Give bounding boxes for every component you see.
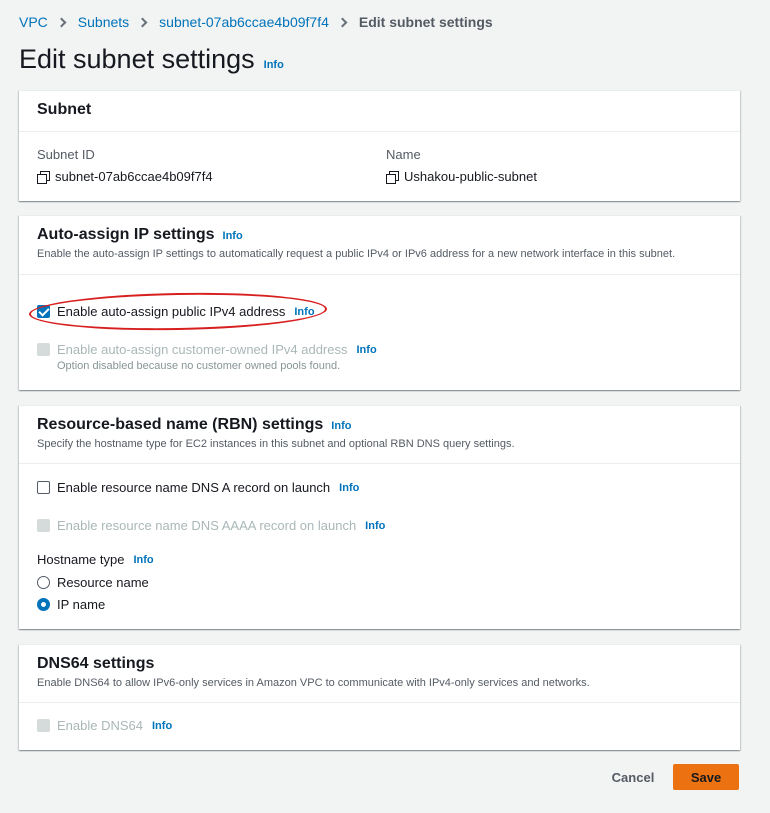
auto-assign-ip-panel: Auto-assign IP settings Info Enable the a…: [19, 215, 740, 390]
hostname-type-label: Hostname type: [37, 552, 125, 567]
dns-aaaa-record-option: Enable resource name DNS AAAA record on …: [37, 518, 385, 533]
auto-assign-ipv4-option[interactable]: Enable auto-assign public IPv4 address I…: [37, 304, 315, 319]
dns64-settings-panel: DNS64 settings Enable DNS64 to allow IPv…: [19, 644, 740, 750]
dns-a-record-option[interactable]: Enable resource name DNS A record on lau…: [37, 480, 359, 495]
dns-a-record-checkbox[interactable]: [37, 481, 50, 494]
dns-aaaa-record-info-link[interactable]: Info: [365, 520, 385, 532]
customer-owned-ipv4-checkbox: [37, 343, 50, 356]
chevron-right-icon: [56, 17, 67, 27]
subnet-id-label: Subnet ID: [37, 147, 95, 162]
hostname-ip-name-option[interactable]: IP name: [37, 597, 105, 612]
breadcrumb-subnet-id[interactable]: subnet-07ab6ccae4b09f7f4: [159, 14, 329, 30]
subnet-panel-header: Subnet: [19, 91, 740, 132]
dns-a-record-label[interactable]: Enable resource name DNS A record on lau…: [57, 480, 330, 495]
auto-assign-ipv4-info-link[interactable]: Info: [294, 306, 314, 318]
dns64-description: Enable DNS64 to allow IPv6-only services…: [37, 677, 590, 689]
dns-aaaa-record-label: Enable resource name DNS AAAA record on …: [57, 518, 357, 533]
rbn-info-link[interactable]: Info: [331, 420, 351, 432]
hostname-resource-name-label[interactable]: Resource name: [57, 575, 149, 590]
dns64-checkbox: [37, 719, 50, 732]
subnet-panel-title: Subnet: [37, 101, 92, 118]
customer-owned-hint: Option disabled because no customer owne…: [57, 360, 341, 372]
subnet-id-value: subnet-07ab6ccae4b09f7f4: [37, 169, 213, 184]
hostname-resource-name-option[interactable]: Resource name: [37, 575, 149, 590]
subnet-id-text: subnet-07ab6ccae4b09f7f4: [55, 169, 213, 184]
dns64-option: Enable DNS64 Info: [37, 718, 172, 733]
breadcrumb: VPC Subnets subnet-07ab6ccae4b09f7f4 Edi…: [19, 12, 493, 32]
dns64-header: DNS64 settings Enable DNS64 to allow IPv…: [19, 645, 740, 703]
page-info-link[interactable]: Info: [264, 59, 284, 71]
subnet-panel: Subnet Subnet ID subnet-07ab6ccae4b09f7f…: [19, 90, 740, 201]
auto-assign-description: Enable the auto-assign IP settings to au…: [37, 248, 676, 260]
copy-icon[interactable]: [37, 170, 50, 184]
rbn-settings-panel: Resource-based name (RBN) settings Info S…: [19, 405, 740, 629]
customer-owned-ipv4-label: Enable auto-assign customer-owned IPv4 a…: [57, 342, 348, 357]
cancel-button[interactable]: Cancel: [600, 764, 666, 790]
page-header: Edit subnet settings Info: [19, 44, 284, 75]
name-value: Ushakou-public-subnet: [386, 169, 537, 184]
page-title: Edit subnet settings: [19, 44, 255, 74]
breadcrumb-subnets[interactable]: Subnets: [78, 14, 129, 30]
auto-assign-info-link[interactable]: Info: [223, 230, 243, 242]
auto-assign-header: Auto-assign IP settings Info Enable the a…: [19, 216, 740, 275]
dns64-info-link[interactable]: Info: [152, 720, 172, 732]
rbn-title: Resource-based name (RBN) settings: [37, 416, 324, 433]
copy-icon[interactable]: [386, 170, 399, 184]
name-label: Name: [386, 147, 421, 162]
dns-aaaa-record-checkbox: [37, 519, 50, 532]
auto-assign-ipv4-label[interactable]: Enable auto-assign public IPv4 address: [57, 304, 285, 319]
dns64-title: DNS64 settings: [37, 655, 155, 672]
auto-assign-ipv4-checkbox[interactable]: [37, 305, 50, 318]
customer-owned-ipv4-option: Enable auto-assign customer-owned IPv4 a…: [37, 342, 377, 357]
name-text: Ushakou-public-subnet: [404, 169, 537, 184]
rbn-header: Resource-based name (RBN) settings Info S…: [19, 406, 740, 464]
save-button[interactable]: Save: [673, 764, 739, 790]
hostname-type-info-link[interactable]: Info: [133, 554, 153, 566]
customer-owned-ipv4-info-link[interactable]: Info: [357, 344, 377, 356]
rbn-description: Specify the hostname type for EC2 instan…: [37, 438, 515, 450]
chevron-right-icon: [137, 17, 148, 27]
hostname-resource-name-radio[interactable]: [37, 576, 50, 589]
dns64-label: Enable DNS64: [57, 718, 143, 733]
breadcrumb-vpc[interactable]: VPC: [19, 14, 48, 30]
auto-assign-title: Auto-assign IP settings: [37, 226, 215, 243]
hostname-ip-name-radio[interactable]: [37, 598, 50, 611]
breadcrumb-current: Edit subnet settings: [358, 14, 493, 30]
hostname-ip-name-label[interactable]: IP name: [57, 597, 105, 612]
hostname-type-label-row: Hostname type Info: [37, 552, 154, 567]
dns-a-record-info-link[interactable]: Info: [339, 482, 359, 494]
chevron-right-icon: [337, 17, 348, 27]
